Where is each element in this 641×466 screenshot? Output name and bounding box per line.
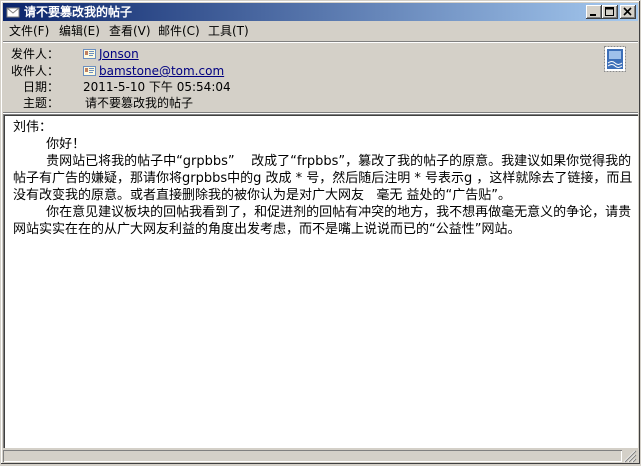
title-bar[interactable]: 请不要篡改我的帖子	[3, 3, 638, 21]
menu-view[interactable]: 查看(V)	[107, 24, 153, 39]
menu-divider	[3, 41, 638, 43]
subject-label: 主题：	[22, 96, 59, 110]
envelope-icon	[6, 5, 20, 19]
menu-bar: 文件(F) 编辑(E) 查看(V) 邮件(C) 工具(T)	[3, 22, 638, 41]
from-label: 发件人：	[10, 47, 59, 61]
from-value[interactable]: Jonson	[99, 47, 139, 61]
message-body-pane[interactable]: 刘伟： 你好！ 贵网站已将我的帖子中“grpbbs” 改成了“frpbbs”，篡…	[3, 114, 638, 448]
minimize-icon	[590, 14, 596, 16]
maximize-icon	[605, 7, 614, 16]
menu-mail[interactable]: 邮件(C)	[156, 24, 202, 39]
menu-edit[interactable]: 编辑(E)	[57, 24, 102, 39]
status-bar	[3, 450, 638, 463]
to-value[interactable]: bamstone@tom.com	[99, 64, 224, 78]
stamp-icon	[604, 46, 626, 72]
resize-grip-icon[interactable]	[623, 450, 637, 463]
minimize-button[interactable]	[586, 5, 602, 19]
menu-file[interactable]: 文件(F)	[7, 24, 51, 39]
message-body-text: 刘伟： 你好！ 贵网站已将我的帖子中“grpbbs” 改成了“frpbbs”，篡…	[13, 120, 633, 237]
date-label: 日期：	[22, 80, 59, 94]
close-icon	[623, 7, 632, 16]
subject-value: 请不要篡改我的帖子	[85, 96, 194, 110]
date-value: 2011-5-10 下午 05:54:04	[83, 80, 231, 94]
status-pane	[3, 450, 622, 462]
message-window: 请不要篡改我的帖子 文件(F) 编辑(E) 查看(V) 邮件(C) 工具(T) …	[0, 0, 641, 465]
to-label: 收件人：	[10, 64, 59, 78]
close-button[interactable]	[620, 5, 636, 19]
window-title: 请不要篡改我的帖子	[24, 5, 133, 19]
contact-card-icon	[83, 48, 96, 59]
maximize-button[interactable]	[602, 5, 618, 19]
menu-tools[interactable]: 工具(T)	[206, 24, 251, 39]
contact-card-icon	[83, 65, 96, 76]
